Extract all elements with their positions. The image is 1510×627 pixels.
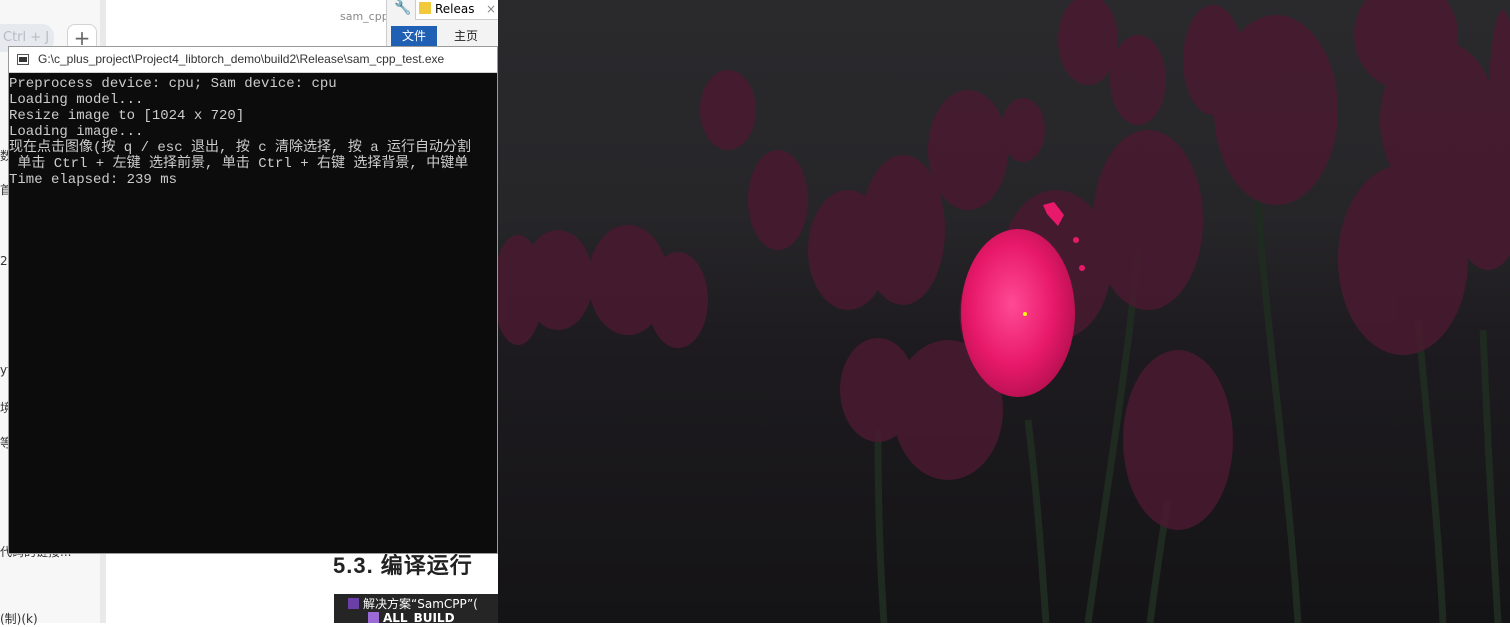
folder-icon (419, 2, 431, 14)
segmentation-image-window[interactable] (498, 0, 1510, 623)
doc-tab-fragment[interactable]: sam_cpp (340, 10, 389, 23)
ribbon-file-tab[interactable]: 文件 (391, 26, 437, 46)
solution-explorer-fragment: 解决方案“SamCPP”( ALL_BUILD (334, 594, 498, 625)
side-fragment: 2 (0, 254, 8, 268)
wrench-icon[interactable]: 🔧 (391, 0, 415, 20)
console-line: Loading model... (9, 92, 144, 108)
project-icon (368, 612, 379, 623)
solution-row[interactable]: 解决方案“SamCPP”( (348, 595, 478, 612)
ribbon-home-tab[interactable]: 主页 (443, 26, 489, 46)
console-line: Resize image to [1024 x 720] (9, 108, 245, 124)
console-line: 单击 Ctrl + 左键 选择前景, 单击 Ctrl + 右键 选择背景, 中键… (9, 156, 469, 172)
selection-point-marker (1023, 312, 1027, 316)
console-window[interactable]: G:\c_plus_project\Project4_libtorch_demo… (8, 46, 498, 554)
close-icon[interactable]: × (486, 0, 496, 19)
console-line: 现在点击图像(按 q / esc 退出, 按 c 清除选择, 按 a 运行自动分… (9, 140, 472, 156)
console-line: Preprocess device: cpu; Sam device: cpu (9, 76, 337, 92)
console-line: Time elapsed: 239 ms (9, 172, 178, 188)
file-explorer-fragment: 🔧 Releas × 文件 主页 (386, 0, 499, 46)
console-title: G:\c_plus_project\Project4_libtorch_demo… (38, 52, 445, 66)
console-title-bar[interactable]: G:\c_plus_project\Project4_libtorch_demo… (9, 47, 497, 73)
explorer-tab[interactable]: Releas × (415, 0, 499, 20)
console-app-icon (17, 54, 29, 65)
side-fragment: (制)(k) (0, 612, 38, 626)
tulip-image[interactable] (498, 0, 1510, 623)
console-output[interactable]: Preprocess device: cpu; Sam device: cpu … (9, 74, 497, 554)
console-line: Loading image... (9, 124, 144, 140)
solution-icon (348, 598, 359, 609)
